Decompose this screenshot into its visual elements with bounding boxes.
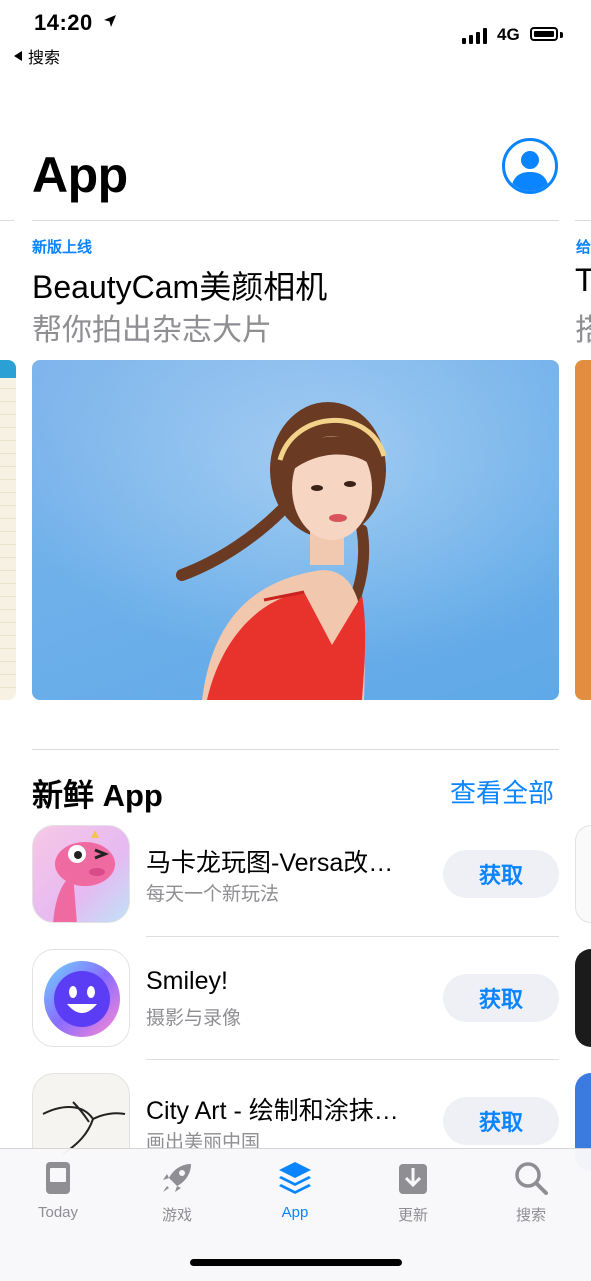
- featured-tag: 新版上线: [32, 239, 93, 256]
- status-time: 14:20: [34, 10, 93, 35]
- battery-icon: [530, 27, 558, 41]
- next-featured-title: T: [575, 262, 591, 298]
- home-indicator[interactable]: [190, 1259, 402, 1266]
- tab-updates[interactable]: 更新: [363, 1158, 463, 1225]
- featured-portrait-illustration: [32, 360, 559, 700]
- next-featured-card[interactable]: [575, 360, 591, 700]
- app-category: 摄影与录像: [146, 1008, 242, 1029]
- peek-app-icon-2[interactable]: [575, 949, 591, 1047]
- tab-label: 更新: [397, 1207, 428, 1224]
- tab-label: Today: [37, 1204, 79, 1221]
- tab-search[interactable]: 搜索: [481, 1158, 581, 1225]
- get-button-city-art[interactable]: 获取: [443, 1097, 559, 1145]
- tab-app[interactable]: App: [245, 1158, 345, 1221]
- cellular-signal-icon: [462, 26, 487, 44]
- tab-today[interactable]: Today: [8, 1158, 108, 1221]
- back-label: 搜索: [28, 50, 61, 67]
- header-divider: [32, 220, 559, 221]
- app-name[interactable]: 马卡龙玩图-Versa改图神器: [146, 843, 418, 879]
- page-title: App: [32, 147, 128, 203]
- get-button-versa[interactable]: 获取: [443, 850, 559, 898]
- smiley-face-icon: [44, 961, 120, 1037]
- back-arrow-icon: [14, 51, 22, 61]
- row-separator: [146, 1059, 559, 1060]
- tab-label: App: [281, 1204, 309, 1221]
- today-icon: [46, 1162, 70, 1194]
- person-icon: [511, 151, 549, 191]
- rocket-icon: [163, 1164, 191, 1192]
- section-divider: [32, 749, 559, 750]
- get-button-smiley[interactable]: 获取: [443, 974, 559, 1022]
- back-to-search-link[interactable]: 搜索: [14, 44, 60, 68]
- header-divider-left-peek: [0, 220, 14, 221]
- app-category: 每天一个新玩法: [146, 884, 280, 905]
- section-title: 新鲜 App: [32, 778, 163, 813]
- app-icon-smiley[interactable]: [32, 949, 130, 1047]
- featured-title[interactable]: BeautyCam美颜相机: [32, 262, 327, 308]
- battery-cap: [560, 32, 563, 38]
- tab-label: 游戏: [161, 1207, 192, 1224]
- featured-subtitle: 帮你拍出杂志大片: [32, 314, 272, 347]
- tab-label: 搜索: [515, 1207, 546, 1224]
- dinosaur-icon: [53, 830, 115, 922]
- account-avatar-button[interactable]: [502, 138, 558, 194]
- see-all-link[interactable]: 查看全部: [450, 773, 554, 810]
- next-featured-subtitle: 搭: [575, 314, 591, 347]
- search-icon: [515, 1162, 548, 1195]
- app-icon-versa[interactable]: [32, 825, 130, 923]
- header-divider-right-peek: [575, 220, 591, 221]
- app-name[interactable]: Smiley!: [146, 967, 418, 996]
- peek-app-icon-1[interactable]: [575, 825, 591, 923]
- next-featured-tag: 给: [576, 239, 591, 256]
- row-separator: [146, 936, 559, 937]
- featured-card-image[interactable]: [32, 360, 559, 700]
- app-name[interactable]: City Art - 绘制和涂抹彩色城市: [146, 1091, 418, 1127]
- location-arrow-icon: [104, 15, 116, 27]
- network-type: 4G: [497, 25, 520, 44]
- previous-featured-card[interactable]: [0, 360, 16, 700]
- app-stack-icon: [279, 1162, 311, 1194]
- tab-games[interactable]: 游戏: [127, 1158, 227, 1225]
- download-icon: [399, 1164, 427, 1194]
